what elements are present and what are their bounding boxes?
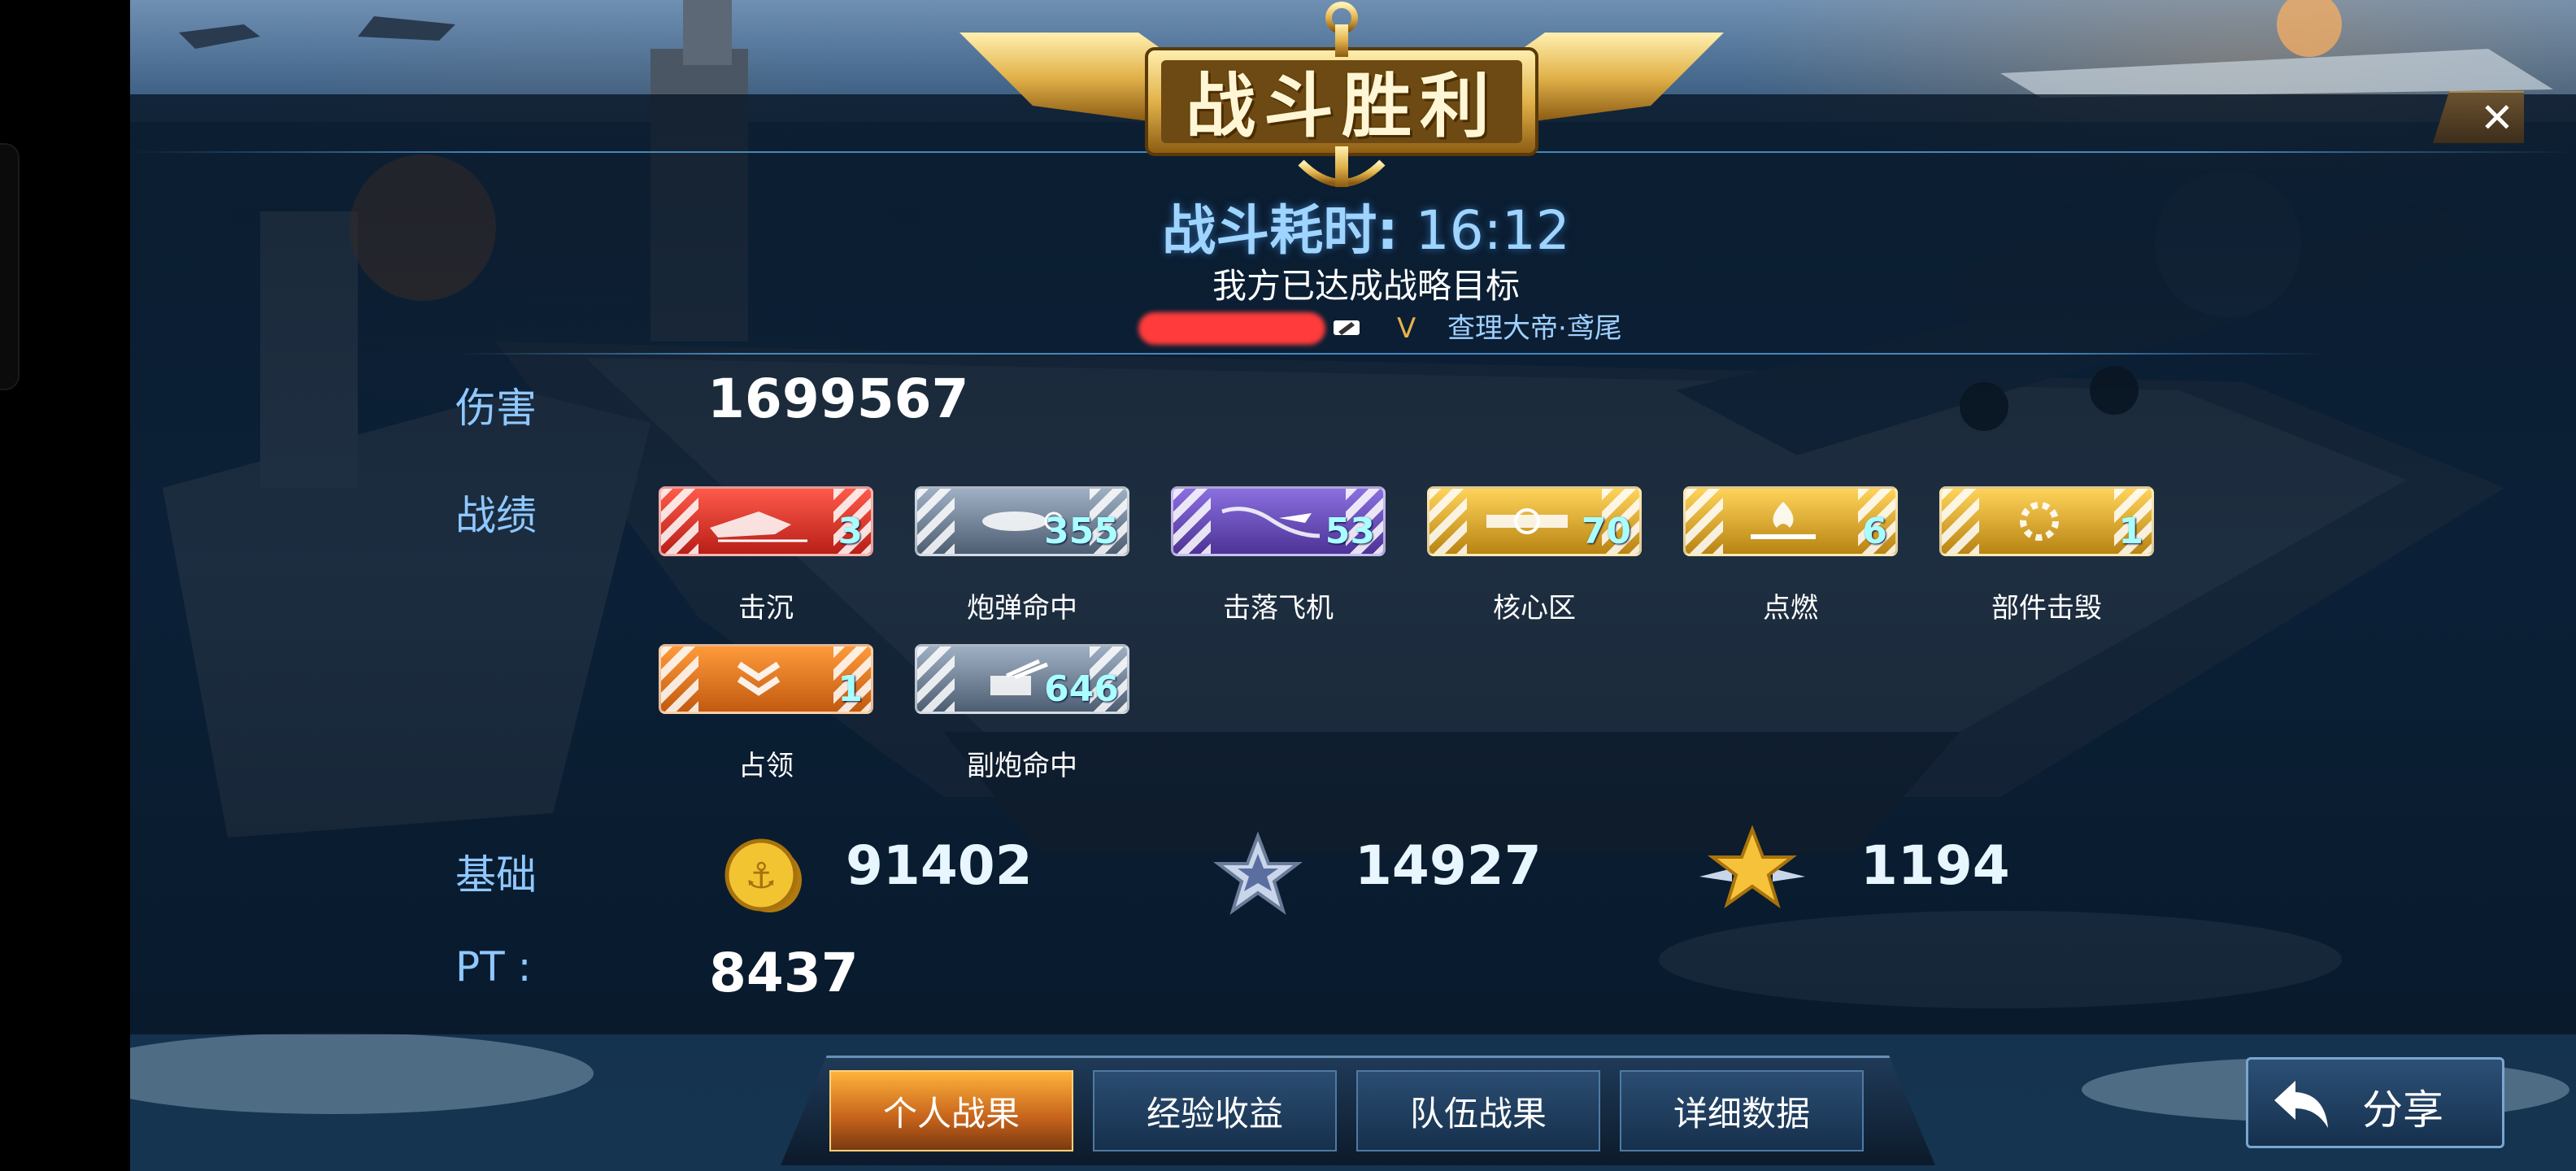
tab-detailed-data[interactable]: 详细数据 [1620,1070,1864,1151]
stat-ignite[interactable]: 6 点燃 [1683,486,1898,625]
gold-winged-star-icon [1699,825,1805,909]
device-bezel [0,0,130,1171]
damage-label: 伤害 [455,385,537,432]
stat-badge: 646 [915,644,1129,714]
stat-badge: 355 [915,486,1129,556]
share-label: 分享 [2362,1086,2443,1134]
ignite-icon [1751,502,1816,539]
stat-name: 副炮命中 [967,750,1077,782]
plane-down-icon [1221,507,1321,538]
exp-value: 1194 [1860,834,2010,897]
stat-badge: 6 [1683,486,1898,556]
player-ship-title: 查理大帝·鸢尾 [1447,312,1622,345]
victory-title: 战斗胜利 [1186,65,1498,147]
capture-chevron-icon [737,661,781,696]
stat-value: 6 [1862,511,1887,552]
tab-team-results[interactable]: 队伍战果 [1356,1070,1600,1151]
stat-secondary-gun[interactable]: 646 副炮命中 [915,644,1129,782]
stat-name: 占领 [738,750,794,782]
battle-time-label: 战斗耗时: [1162,199,1399,262]
stat-core-zone[interactable]: 70 核心区 [1427,486,1642,625]
battle-time: 战斗耗时: 16:12 [1155,187,1577,265]
share-arrow-icon [2274,1081,2328,1128]
stat-name: 核心区 [1493,592,1576,625]
stat-name: 部件击毁 [1991,592,2102,625]
stat-name: 击落飞机 [1223,592,1334,625]
stat-plane-down[interactable]: 53 击落飞机 [1171,486,1386,625]
stat-value: 70 [1581,511,1631,552]
stat-name: 炮弹命中 [967,592,1077,625]
stat-value: 355 [1044,511,1119,552]
device-side-notch [0,143,20,390]
stat-badge: 53 [1171,486,1386,556]
stat-badge: 70 [1427,486,1642,556]
stat-sink[interactable]: 3 击沉 [659,486,873,625]
objective-text: 我方已达成战略目标 [1212,266,1520,306]
gold-value: 91402 [846,834,1033,897]
component-destroy-icon [2020,502,2059,541]
stat-component-destroy[interactable]: 1 部件击毁 [1939,486,2154,625]
pt-label: PT : [455,943,532,990]
stat-value: 1 [2118,511,2143,552]
damage-value: 1699567 [707,368,969,430]
core-zone-icon [1486,508,1568,534]
vip-mark: V [1397,312,1416,345]
record-label: 战绩 [455,492,537,539]
stat-shell-hit[interactable]: 355 炮弹命中 [915,486,1129,625]
silver-value: 14927 [1355,834,1542,897]
silver-star-icon [1213,831,1303,916]
stat-value: 1 [838,668,863,710]
gold-coin-anchor-icon: ⚓ [724,838,802,912]
stat-badge: 1 [659,644,873,714]
stat-badge: 3 [659,486,873,556]
pencil-edit-icon[interactable] [1330,314,1363,342]
stat-name: 点燃 [1763,592,1818,625]
stat-capture[interactable]: 1 占领 [659,644,873,782]
divider-header [455,353,2326,355]
sink-ship-icon [710,511,807,542]
svg-text:⚓: ⚓ [745,855,777,897]
stat-value: 3 [838,511,863,552]
tab-exp-gain[interactable]: 经验收益 [1093,1070,1337,1151]
pt-value: 8437 [709,942,859,1004]
base-label: 基础 [455,851,537,899]
result-tabs: 个人战果 经验收益 队伍战果 详细数据 [781,1056,1935,1165]
player-name-redacted [1138,312,1325,345]
tab-personal-results[interactable]: 个人战果 [829,1070,1073,1151]
stat-badge: 1 [1939,486,2154,556]
stat-name: 击沉 [738,592,794,625]
stat-value: 53 [1325,511,1375,552]
stat-value: 646 [1044,668,1119,710]
close-icon[interactable]: ✕ [2480,98,2514,138]
battle-time-value: 16:12 [1415,199,1570,262]
share-button[interactable]: 分享 [2246,1057,2504,1148]
